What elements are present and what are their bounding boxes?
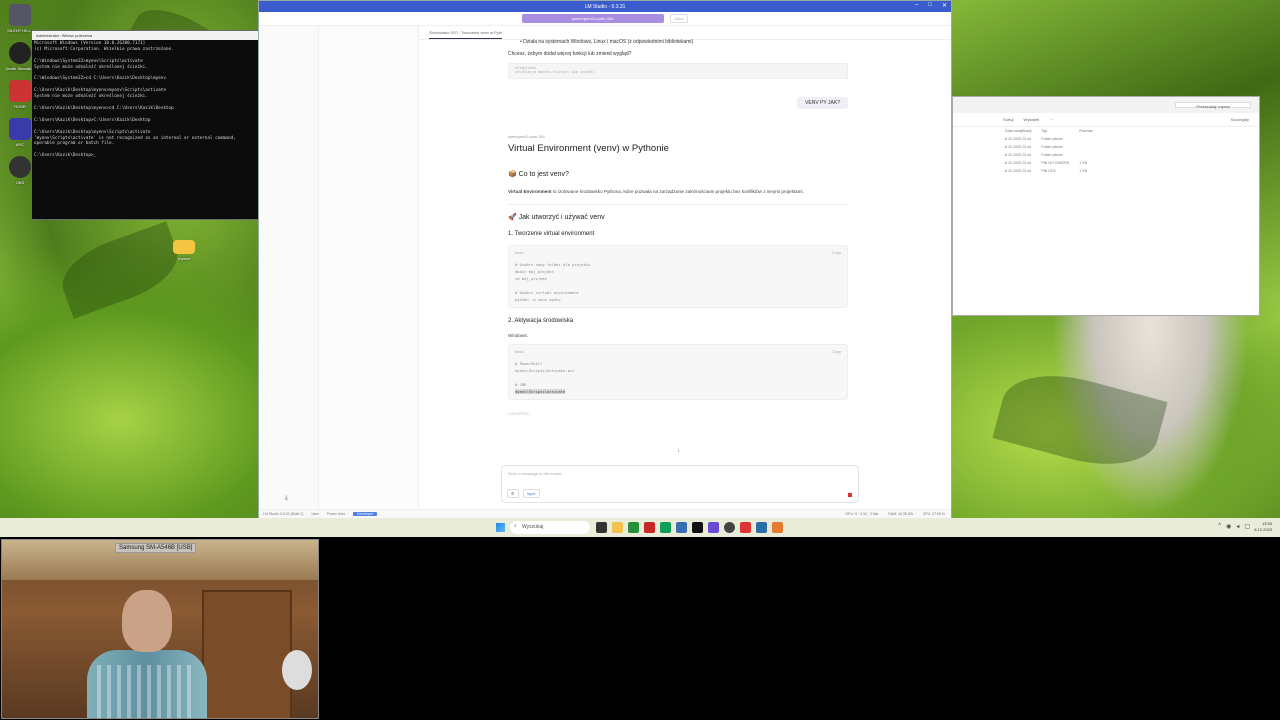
lmstudio-titlebar[interactable]: LM Studio - 0.3.31 – □ ✕ — [259, 1, 951, 12]
table-row[interactable]: 6.12.2025 13:44 Plik CFG 1 KB — [1005, 167, 1103, 175]
game-icon — [9, 4, 31, 26]
file-explorer-icon[interactable] — [612, 522, 623, 533]
list-item: • Działa na systemach Windows, Linux i m… — [520, 39, 694, 45]
table-row[interactable]: 6.12.2025 13:44 Folder plików — [1005, 143, 1103, 151]
chevron-up-icon[interactable]: ^ — [1218, 523, 1221, 530]
scroll-down-icon[interactable]: ↓ — [677, 448, 680, 454]
copy-button[interactable]: Copy — [832, 250, 841, 255]
webcam-overlay: Samsung SM-A546B [USB] — [1, 539, 319, 719]
maximize-icon[interactable]: □ — [928, 2, 932, 9]
code-lang: bash — [515, 349, 524, 354]
status-bar: LM Studio 0.3.31 (Build 2) User Power Us… — [259, 509, 951, 518]
desktop-icon-silent-hill[interactable]: SILENT HILL f — [2, 4, 38, 33]
edge-icon[interactable] — [660, 522, 671, 533]
paragraph: Virtual Environment to izolowane środowi… — [508, 189, 804, 194]
section-heading-how: 🚀 Jak utworzyć i używać venv — [508, 214, 605, 221]
section-heading-what: 📦 Co to jest venv? — [508, 171, 569, 178]
chat-list-panel — [319, 26, 419, 510]
camera-label: Samsung SM-A546B [USB] — [115, 543, 197, 553]
settings-icon[interactable]: ⚙ — [507, 489, 519, 498]
code-block: bash Copy # PowerShell myenv\Scripts\Act… — [508, 344, 848, 400]
app-icon[interactable] — [740, 522, 751, 533]
label-windows: Windows: — [508, 333, 528, 338]
lmstudio-icon[interactable] — [708, 522, 719, 533]
mode-user[interactable]: User — [311, 512, 318, 516]
explorer-header: Przeszukaj: myenv — [953, 97, 1259, 113]
details-button[interactable]: Szczegóły — [1231, 117, 1249, 122]
left-sidebar — [259, 26, 319, 510]
taskbar-search[interactable]: ⌕ Wyszukaj — [510, 521, 590, 534]
status-gpu: GPU: 0 · 0.34 · 3 bits — [845, 512, 879, 516]
windows-start-icon[interactable] — [496, 523, 505, 532]
chat-transcript[interactable]: • Działa na systemach Windows, Linux i m… — [508, 37, 848, 457]
explorer-search[interactable]: Przeszukaj: myenv — [1175, 102, 1251, 109]
clock[interactable]: 13:55 6.12.2025 — [1254, 521, 1272, 533]
message-input[interactable]: Send a message to the model... — [502, 466, 858, 481]
subheading-activate: 2. Aktywacja środowiska — [508, 318, 574, 324]
user-message: VENV PY JAK? — [797, 97, 848, 109]
model-tag: qwen/qwen3-coder-30b — [508, 135, 545, 139]
terminal-icon[interactable] — [692, 522, 703, 533]
desktop-icon-myenv[interactable]: myenv — [166, 236, 202, 261]
minimize-icon[interactable]: – — [915, 2, 918, 9]
model-selector[interactable]: qwen/qwen3-coder-30b — [521, 14, 664, 23]
taskbar-apps — [596, 522, 783, 533]
system-tray: ^ ◉ ◂ ▢ — [1218, 523, 1250, 530]
view-button[interactable]: Wyświetl — [1023, 117, 1039, 122]
notification-icon[interactable]: ▢ — [1244, 523, 1250, 530]
selected-text: myenv\Scripts\activate — [515, 389, 566, 394]
mode-developer[interactable]: Developer — [353, 512, 378, 516]
file-explorer-window[interactable]: Przeszukaj: myenv Sortuj Wyświetl ··· Sz… — [952, 96, 1260, 316]
subheading-create: 1. Tworzenie virtual environment — [508, 231, 595, 237]
app-icon[interactable] — [772, 522, 783, 533]
code-text[interactable]: # Utwórz nowy folder dla projektu mkdir … — [515, 261, 841, 303]
label-linux: Linux/Mac: — [508, 411, 531, 416]
code-block: sklep/venv instalacja modułu tkinter: pi… — [508, 63, 848, 79]
copy-button[interactable]: Copy — [832, 349, 841, 354]
obs-icon[interactable] — [724, 522, 735, 533]
folder-icon — [173, 240, 195, 254]
app-icon[interactable] — [676, 522, 687, 533]
status-cpu: CPU: 37.05 % — [922, 512, 945, 516]
close-icon[interactable]: ✕ — [942, 2, 947, 9]
app-icon — [9, 80, 31, 102]
table-row[interactable]: 6.12.2025 13:44 Plik GIT IGNORE 1 KB — [1005, 159, 1103, 167]
app-icon — [9, 118, 31, 140]
lmstudio-window[interactable]: LM Studio - 0.3.31 – □ ✕ qwen/qwen3-code… — [258, 0, 952, 519]
tab-chat[interactable]: Środowisko ISO · Tworzenie venv w Pyth — [429, 30, 503, 39]
download-icon[interactable]: ⤓ — [285, 495, 288, 502]
file-table: Data modyfikacji Typ Rozmiar 6.12.2025 1… — [1005, 127, 1103, 175]
vivaldi-icon[interactable] — [644, 522, 655, 533]
obs-icon — [9, 156, 31, 178]
eject-button[interactable]: Eject — [669, 14, 689, 23]
code-text[interactable]: # PowerShell myenv\Scripts\Activate.ps1 … — [515, 360, 841, 395]
table-row[interactable]: 6.12.2025 13:44 Folder plików — [1005, 135, 1103, 143]
taskbar: ⌕ Wyszukaj ^ ◉ ◂ ▢ 13:55 6.12.2025 — [0, 518, 1280, 537]
volume-icon[interactable]: ◂ — [1236, 523, 1239, 530]
explorer-toolbar: Sortuj Wyświetl ··· Szczegóły — [953, 113, 1259, 127]
task-view-icon[interactable] — [596, 522, 607, 533]
person-face — [122, 590, 172, 652]
code-lang: bash — [515, 250, 524, 255]
table-row[interactable]: 6.12.2025 13:44 Folder plików — [1005, 151, 1103, 159]
code-block: bash Copy # Utwórz nowy folder dla proje… — [508, 245, 848, 308]
assistant-question: Chcesz, żebym dodał więcej funkcji lub z… — [508, 51, 632, 57]
status-app: LM Studio 0.3.31 (Build 2) — [263, 512, 304, 516]
input-mode-button[interactable]: Input — [522, 489, 540, 498]
message-composer[interactable]: Send a message to the model... ⚙ Input — [501, 465, 859, 503]
response-heading: Virtual Environment (venv) w Pythonie — [508, 143, 669, 154]
status-ram: RAM: 16.35 GB — [888, 512, 913, 516]
more-button[interactable]: ··· — [1049, 117, 1053, 122]
steam-icon[interactable] — [756, 522, 767, 533]
search-icon: ⌕ — [514, 523, 517, 529]
app-icon[interactable] — [628, 522, 639, 533]
network-icon[interactable]: ◉ — [1226, 523, 1231, 530]
mode-power-user[interactable]: Power User — [327, 512, 345, 516]
window-title: LM Studio - 0.3.31 — [584, 3, 626, 10]
table-header: Data modyfikacji Typ Rozmiar — [1005, 129, 1093, 133]
stop-button[interactable] — [848, 493, 852, 497]
sort-button[interactable]: Sortuj — [1003, 117, 1013, 122]
model-bar: qwen/qwen3-coder-30b Eject — [259, 12, 951, 26]
game-icon — [9, 42, 31, 64]
